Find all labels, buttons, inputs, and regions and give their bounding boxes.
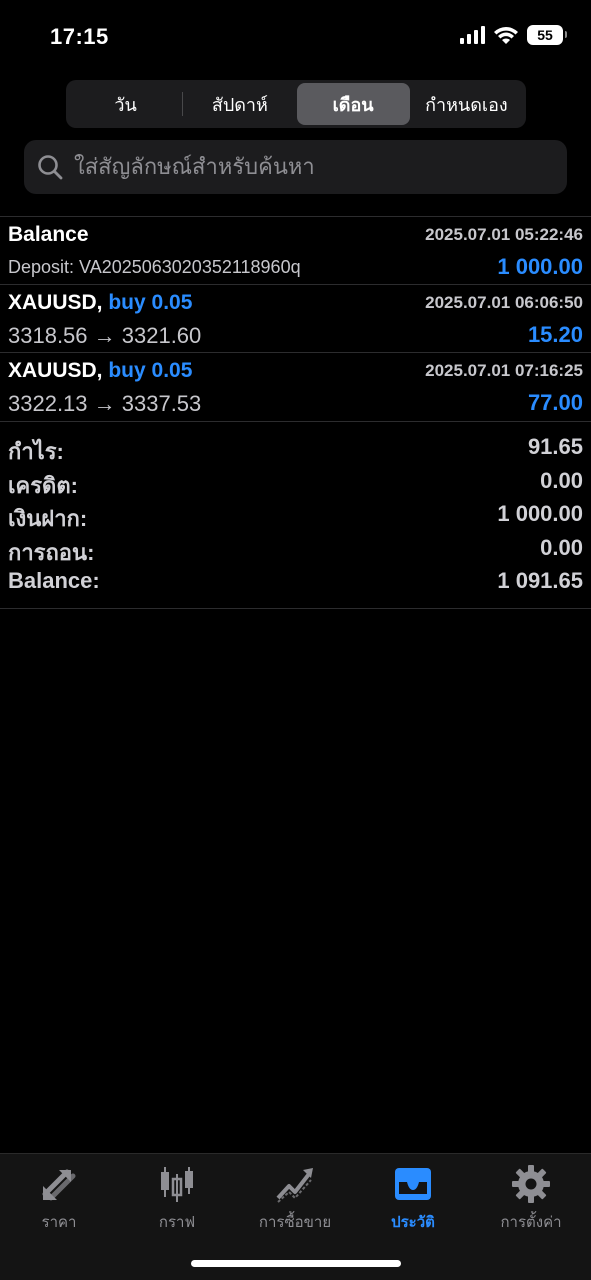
summary-section: กำไร: 91.65 เครดิต: 0.00 เงินฝาก: 1 000.… [0,421,591,609]
summary-value: 91.65 [527,434,583,459]
history-row[interactable]: XAUUSD, buy 0.05 2025.07.01 07:16:25 332… [0,352,591,420]
history-row[interactable]: Balance 2025.07.01 05:22:46 Deposit: VA2… [0,216,591,284]
row-amount: 77.00 [527,390,583,415]
row-title: Balance [8,223,89,246]
tab-history[interactable]: ประวัติ [354,1164,472,1234]
row-datetime: 2025.07.01 05:22:46 [425,225,583,244]
row-amount: 15.20 [527,322,583,347]
summary-value: 0.00 [540,467,583,493]
summary-withdrawal: การถอน: 0.00 [0,533,591,567]
summary-profit: กำไร: 91.65 [0,432,591,466]
search-bar[interactable] [24,140,567,194]
search-input[interactable] [74,154,567,180]
home-indicator [191,1260,401,1267]
row-detail: Deposit: VA2025063020352118960q [8,257,301,277]
summary-label: การถอน: [8,539,95,565]
history-row[interactable]: XAUUSD, buy 0.05 2025.07.01 06:06:50 331… [0,284,591,352]
quotes-arrows-icon [42,1169,76,1201]
cellular-signal-icon [460,26,485,44]
trade-side: buy 0.05 [108,359,193,382]
trade-chart-icon [276,1168,313,1203]
row-detail: 3318.56 → 3321.60 [8,323,202,348]
row-detail: 3322.13 → 3337.53 [8,391,202,416]
candlestick-chart-icon [161,1167,193,1202]
trade-side: buy 0.05 [108,291,193,314]
summary-balance: Balance: 1 091.65 [0,566,591,600]
summary-label: Balance: [8,568,100,593]
wifi-icon [494,27,518,44]
summary-label: กำไร: [8,439,64,464]
search-icon [38,155,63,180]
tab-label: กราฟ [158,1214,196,1231]
battery-icon: 55 [527,25,567,45]
status-bar: 17:15 55 [0,0,591,74]
summary-value: 1 091.65 [497,568,583,593]
tab-label: การตั้งค่า [500,1214,562,1231]
period-segmented-control: วัน สัปดาห์ เดือน กำหนดเอง [66,80,526,128]
history-tray-icon [395,1168,431,1200]
summary-deposit: เงินฝาก: 1 000.00 [0,499,591,533]
tab-label: การซื้อขาย [258,1214,332,1231]
tab-custom[interactable]: กำหนดเอง [410,83,523,125]
tab-label: ราคา [41,1214,77,1231]
tab-day[interactable]: วัน [69,83,182,125]
summary-label: เงินฝาก: [8,506,88,531]
tab-label: ประวัติ [391,1214,435,1231]
summary-credit: เครดิต: 0.00 [0,466,591,500]
row-title: XAUUSD, buy 0.05 [8,291,193,314]
summary-label: เครดิต: [8,472,78,498]
tab-week[interactable]: สัปดาห์ [183,83,296,125]
tab-quotes[interactable]: ราคา [0,1164,118,1234]
status-icons: 55 [460,25,567,45]
row-amount: 1 000.00 [497,254,583,279]
history-list: Balance 2025.07.01 05:22:46 Deposit: VA2… [0,216,591,420]
row-datetime: 2025.07.01 07:16:25 [425,361,583,380]
row-datetime: 2025.07.01 06:06:50 [425,293,583,312]
summary-value: 0.00 [540,534,583,560]
tab-settings[interactable]: การตั้งค่า [472,1164,590,1234]
summary-value: 1 000.00 [497,501,583,526]
status-time: 17:15 [50,24,109,49]
tab-trade[interactable]: การซื้อขาย [236,1164,354,1234]
row-title: XAUUSD, buy 0.05 [8,359,193,382]
tab-month[interactable]: เดือน [296,83,410,125]
gear-icon [512,1165,550,1203]
tab-chart[interactable]: กราฟ [118,1164,236,1234]
